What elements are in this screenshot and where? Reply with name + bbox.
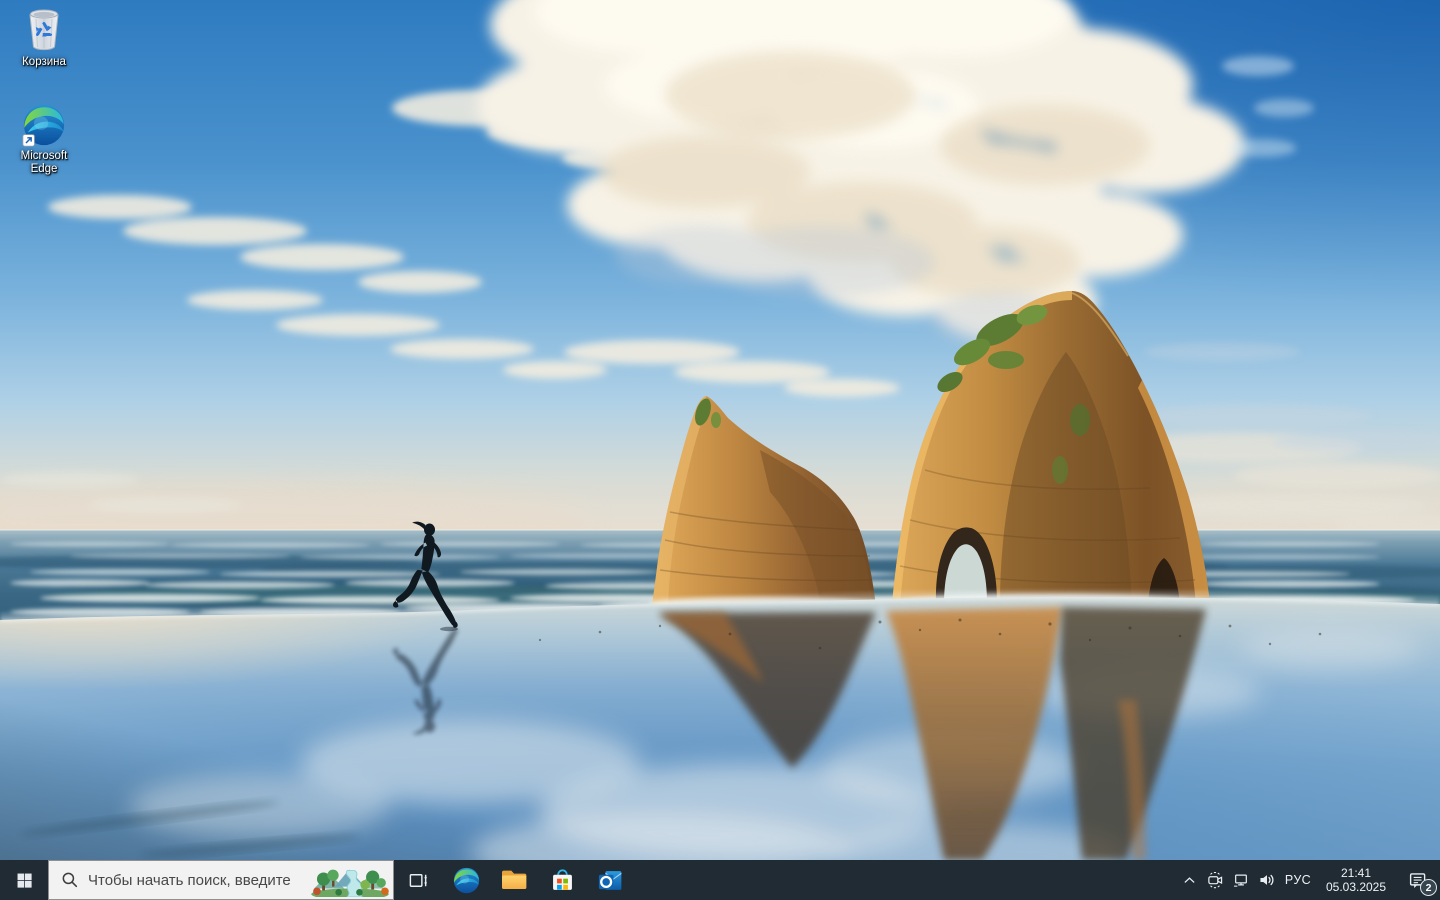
notification-badge: 2 [1420,879,1437,896]
microsoft-store-icon [548,866,577,895]
language-indicator[interactable]: РУС [1280,860,1316,900]
task-view-button[interactable] [394,860,442,900]
windows-desktop-screen: Корзина Microsoft Edge [0,0,1440,900]
clock-date: 05.03.2025 [1326,880,1386,894]
recycle-bin-icon [22,6,66,54]
recycle-bin-label: Корзина [6,56,82,69]
file-explorer-icon [499,865,529,895]
volume-icon [1258,871,1276,889]
volume-button[interactable] [1254,860,1280,900]
taskbar: Чтобы начать поиск, введите [0,860,1440,900]
wallpaper-beach-image [0,0,1440,860]
edge-icon [452,866,481,895]
chevron-up-icon [1181,872,1198,889]
clock-time: 21:41 [1341,866,1371,880]
taskbar-microsoft-store-button[interactable] [538,860,586,900]
search-icon [61,871,79,889]
system-tray: РУС 21:41 05.03.2025 2 [1176,860,1440,900]
show-hidden-icons-button[interactable] [1176,860,1202,900]
taskbar-search-box[interactable]: Чтобы начать поиск, введите [48,860,394,900]
desktop[interactable]: Корзина Microsoft Edge [0,0,1440,860]
windows-logo-icon [16,872,33,889]
edge-icon [21,102,67,148]
start-button[interactable] [0,860,48,900]
meet-now-button[interactable] [1202,860,1228,900]
action-center-button[interactable]: 2 [1396,860,1440,900]
desktop-icon-microsoft-edge[interactable]: Microsoft Edge [6,102,82,176]
clock[interactable]: 21:41 05.03.2025 [1316,860,1396,900]
desktop-icon-recycle-bin[interactable]: Корзина [6,6,82,69]
language-label: РУС [1285,873,1311,887]
taskbar-edge-button[interactable] [442,860,490,900]
taskbar-outlook-button[interactable] [586,860,634,900]
meet-now-camera-icon [1206,871,1224,889]
network-ethernet-icon [1232,871,1250,889]
edge-label: Microsoft Edge [6,150,82,176]
network-button[interactable] [1228,860,1254,900]
search-highlights-icon[interactable] [308,863,392,897]
outlook-icon [596,866,625,895]
taskbar-file-explorer-button[interactable] [490,860,538,900]
task-view-icon [408,870,429,891]
search-placeholder: Чтобы начать поиск, введите [88,872,291,889]
